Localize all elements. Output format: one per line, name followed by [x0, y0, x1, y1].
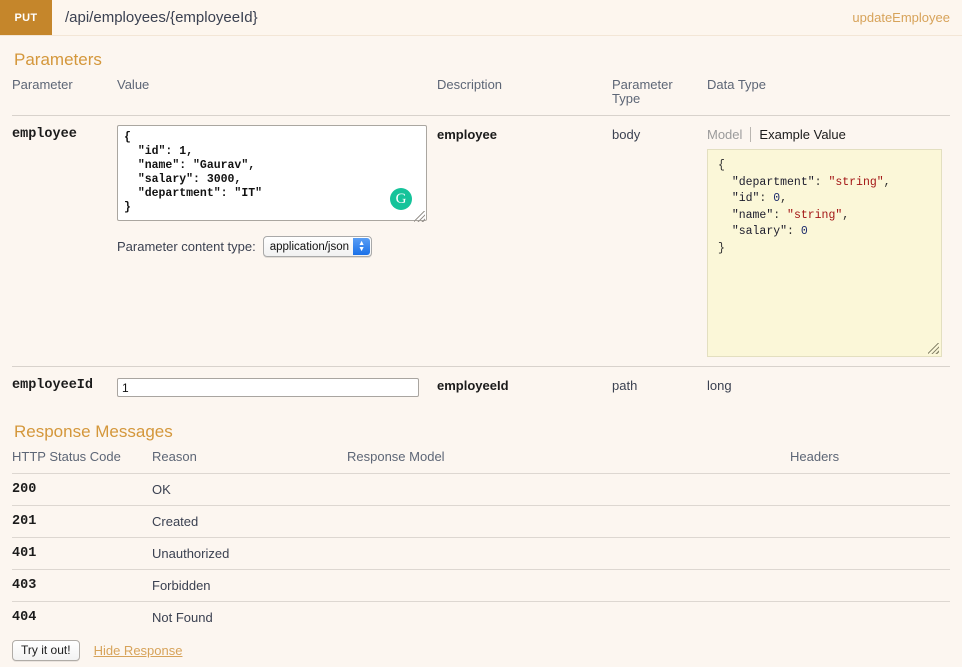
col-header-description: Description	[437, 78, 612, 116]
response-headers	[790, 602, 950, 634]
response-reason: Not Found	[152, 602, 347, 634]
content-type-row: Parameter content type: application/json…	[117, 236, 437, 257]
parameter-data-type-employee: Model Example Value { "department": "str…	[707, 116, 950, 367]
parameter-value-employee: { "id": 1, "name": "Gaurav", "salary": 3…	[117, 116, 437, 367]
response-model	[347, 602, 790, 634]
table-row: 200 OK	[12, 474, 950, 506]
content-type-label: Parameter content type:	[117, 239, 256, 254]
response-reason: Created	[152, 506, 347, 538]
response-model	[347, 570, 790, 602]
model-example-tabs: Model Example Value	[707, 125, 950, 142]
try-it-out-button[interactable]: Try it out!	[12, 640, 80, 661]
response-model	[347, 538, 790, 570]
response-headers	[790, 538, 950, 570]
example-value-box: { "department": "string", "id": 0, "name…	[707, 149, 942, 357]
parameter-description-employeeid: employeeId	[437, 367, 612, 409]
col-header-parameter: Parameter	[12, 78, 117, 116]
col-header-status-code: HTTP Status Code	[12, 450, 152, 474]
table-row: 201 Created	[12, 506, 950, 538]
col-header-parameter-type-line1: Parameter	[612, 77, 673, 92]
parameter-row-employeeid: employeeId employeeId path long	[12, 367, 950, 409]
response-code: 404	[12, 602, 152, 634]
parameter-data-type-employeeid: long	[707, 367, 950, 409]
http-method-badge: PUT	[0, 0, 52, 35]
operation-body: Parameters Parameter Value Description P…	[0, 50, 962, 667]
body-value-textarea[interactable]: { "id": 1, "name": "Gaurav", "salary": 3…	[117, 125, 427, 221]
response-code: 200	[12, 474, 152, 506]
col-header-parameter-type-line2: Type	[612, 91, 640, 106]
grammarly-icon[interactable]: G	[390, 188, 412, 210]
employeeid-input[interactable]	[117, 378, 419, 397]
responses-body: 200 OK 201 Created 401 Unauthorized 403 …	[12, 474, 950, 634]
parameter-row-employee: employee { "id": 1, "name": "Gaurav", "s…	[12, 116, 950, 367]
col-header-parameter-type: Parameter Type	[612, 78, 707, 116]
parameter-description-employee: employee	[437, 116, 612, 367]
table-row: 401 Unauthorized	[12, 538, 950, 570]
table-row: 404 Not Found	[12, 602, 950, 634]
col-header-value: Value	[117, 78, 437, 116]
parameter-value-employeeid	[117, 367, 437, 409]
example-value-json: { "department": "string", "id": 0, "name…	[718, 158, 931, 257]
response-code: 403	[12, 570, 152, 602]
parameters-table: Parameter Value Description Parameter Ty…	[12, 78, 950, 408]
body-textarea-wrapper: { "id": 1, "name": "Gaurav", "salary": 3…	[117, 125, 427, 224]
col-header-response-model: Response Model	[347, 450, 790, 474]
response-messages-heading: Response Messages	[14, 422, 950, 442]
hide-response-link[interactable]: Hide Response	[94, 643, 183, 658]
response-headers	[790, 506, 950, 538]
response-code: 401	[12, 538, 152, 570]
col-header-reason: Reason	[152, 450, 347, 474]
response-model	[347, 506, 790, 538]
operation-footer: Try it out! Hide Response	[12, 640, 950, 667]
parameter-name-employee: employee	[12, 116, 117, 367]
response-model	[347, 474, 790, 506]
parameter-type-employee: body	[612, 116, 707, 367]
tab-model[interactable]: Model	[707, 127, 751, 142]
content-type-selected-value: application/json	[270, 241, 349, 253]
chevron-updown-icon: ▲▼	[353, 238, 370, 255]
responses-header-row: HTTP Status Code Reason Response Model H…	[12, 450, 950, 474]
col-header-headers: Headers	[790, 450, 950, 474]
operation-nickname[interactable]: updateEmployee	[852, 0, 962, 35]
response-headers	[790, 570, 950, 602]
response-code: 201	[12, 506, 152, 538]
response-reason: Unauthorized	[152, 538, 347, 570]
tab-example-value[interactable]: Example Value	[751, 127, 845, 142]
response-headers	[790, 474, 950, 506]
example-box-resize-handle-icon[interactable]	[928, 343, 939, 354]
parameter-name-employeeid: employeeId	[12, 367, 117, 409]
response-reason: OK	[152, 474, 347, 506]
content-type-select[interactable]: application/json ▲▼	[263, 236, 372, 257]
response-messages-table: HTTP Status Code Reason Response Model H…	[12, 450, 950, 633]
response-reason: Forbidden	[152, 570, 347, 602]
parameter-type-employeeid: path	[612, 367, 707, 409]
col-header-data-type: Data Type	[707, 78, 950, 116]
parameters-header-row: Parameter Value Description Parameter Ty…	[12, 78, 950, 116]
operation-path[interactable]: /api/employees/{employeeId}	[52, 0, 852, 35]
table-row: 403 Forbidden	[12, 570, 950, 602]
operation-header[interactable]: PUT /api/employees/{employeeId} updateEm…	[0, 0, 962, 36]
parameters-heading: Parameters	[14, 50, 950, 70]
